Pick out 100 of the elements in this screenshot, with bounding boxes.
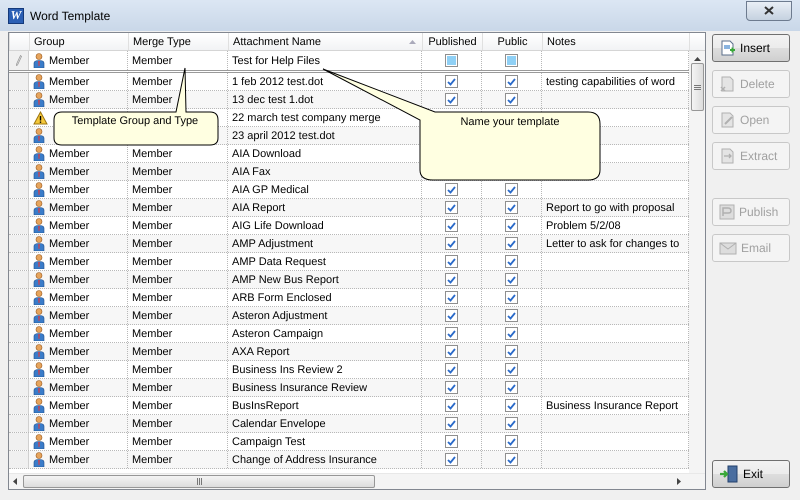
- checkbox[interactable]: [445, 381, 458, 394]
- person-icon: [33, 272, 45, 287]
- person-icon: [33, 362, 45, 377]
- table-cell: AIG Life Download: [232, 220, 324, 232]
- checkbox[interactable]: [445, 183, 458, 196]
- checkbox[interactable]: [505, 201, 518, 214]
- checkbox[interactable]: [445, 399, 458, 412]
- table-cell: Asteron Campaign: [232, 328, 324, 340]
- checkbox[interactable]: [505, 345, 518, 358]
- table-cell: Member: [49, 256, 90, 268]
- table-cell: Member: [132, 346, 172, 358]
- scroll-left-icon[interactable]: [13, 478, 17, 485]
- checkbox[interactable]: [505, 363, 518, 376]
- checkbox[interactable]: [445, 309, 458, 322]
- table-cell: Report to go with proposal: [546, 202, 674, 214]
- scroll-up-icon[interactable]: [694, 57, 700, 61]
- table-cell: AIA Fax: [232, 166, 271, 178]
- checkbox[interactable]: [505, 309, 518, 322]
- checkbox[interactable]: [505, 417, 518, 430]
- insert-button[interactable]: Insert: [712, 34, 790, 62]
- column-header[interactable]: Published: [428, 36, 477, 48]
- person-icon: [33, 380, 45, 395]
- table-cell: Member: [49, 382, 90, 394]
- table-cell: Test for Help Files: [232, 54, 320, 66]
- person-icon: [33, 74, 45, 89]
- table-cell: 23 april 2012 test.dot: [232, 130, 335, 142]
- table-cell: AIA Download: [232, 148, 302, 160]
- checkbox[interactable]: [445, 201, 458, 214]
- checkbox[interactable]: [505, 54, 518, 67]
- table-cell: Member: [49, 76, 90, 88]
- table-cell: Member: [49, 346, 90, 358]
- checkbox[interactable]: [445, 363, 458, 376]
- checkbox[interactable]: [445, 417, 458, 430]
- column-header[interactable]: Attachment Name: [233, 36, 322, 48]
- table-cell: Member: [132, 382, 172, 394]
- scroll-right-icon[interactable]: [677, 478, 681, 485]
- publish-icon: [719, 204, 735, 220]
- callout-text: Template Group and Type: [70, 115, 200, 127]
- checkbox[interactable]: [505, 273, 518, 286]
- scrollbar-thumb[interactable]: [690, 63, 704, 111]
- app-icon: W: [8, 8, 24, 24]
- person-icon: [33, 164, 45, 179]
- checkbox[interactable]: [505, 453, 518, 466]
- checkbox[interactable]: [505, 237, 518, 250]
- checkbox[interactable]: [445, 327, 458, 340]
- table-cell: Member: [49, 454, 90, 466]
- checkbox[interactable]: [445, 291, 458, 304]
- checkbox[interactable]: [505, 183, 518, 196]
- table-cell: AMP Data Request: [232, 256, 326, 268]
- checkbox[interactable]: [505, 219, 518, 232]
- checkbox[interactable]: [505, 93, 518, 106]
- checkbox[interactable]: [445, 54, 458, 67]
- table-cell: Member: [132, 238, 172, 250]
- checkbox[interactable]: [505, 381, 518, 394]
- table-cell: Member: [132, 94, 172, 106]
- checkbox[interactable]: [505, 255, 518, 268]
- exit-button[interactable]: Exit: [712, 460, 790, 488]
- column-header[interactable]: Merge Type: [133, 36, 191, 48]
- checkbox[interactable]: [505, 435, 518, 448]
- scrollbar-thumb[interactable]: [23, 475, 375, 488]
- table-cell: Member: [132, 166, 172, 178]
- table-cell: Member: [132, 436, 172, 448]
- table-cell: Calendar Envelope: [232, 418, 326, 430]
- table-cell: BusInsReport: [232, 400, 299, 412]
- checkbox[interactable]: [505, 327, 518, 340]
- checkbox[interactable]: [445, 273, 458, 286]
- column-header[interactable]: Public: [498, 36, 528, 48]
- table-cell: testing capabilities of word: [546, 76, 676, 88]
- table-cell: Change of Address Insurance: [232, 454, 377, 466]
- checkbox[interactable]: [445, 435, 458, 448]
- person-icon: [33, 308, 45, 323]
- column-header[interactable]: Group: [34, 36, 65, 48]
- person-icon: [33, 53, 45, 68]
- table-cell: Member: [132, 400, 172, 412]
- close-button[interactable]: [746, 0, 792, 20]
- person-icon: [33, 92, 45, 107]
- table-cell: Business Insurance Review: [232, 382, 368, 394]
- table-cell: Member: [49, 238, 90, 250]
- checkbox[interactable]: [445, 345, 458, 358]
- person-icon: [33, 200, 45, 215]
- table-cell: AMP Adjustment: [232, 238, 314, 250]
- checkbox[interactable]: [445, 237, 458, 250]
- table-cell: AMP New Bus Report: [232, 274, 339, 286]
- checkbox[interactable]: [505, 399, 518, 412]
- person-icon: [33, 344, 45, 359]
- table-cell: Member: [132, 220, 172, 232]
- table-cell: Member: [49, 274, 90, 286]
- table-cell: Asteron Adjustment: [232, 310, 328, 322]
- table-cell: Member: [49, 328, 90, 340]
- document-icon: [719, 40, 736, 56]
- table-cell: Member: [132, 148, 172, 160]
- person-icon: [33, 416, 45, 431]
- checkbox[interactable]: [505, 291, 518, 304]
- checkbox[interactable]: [445, 219, 458, 232]
- column-header[interactable]: Notes: [547, 36, 576, 48]
- checkbox[interactable]: [505, 75, 518, 88]
- checkbox[interactable]: [445, 93, 458, 106]
- checkbox[interactable]: [445, 75, 458, 88]
- checkbox[interactable]: [445, 453, 458, 466]
- checkbox[interactable]: [445, 255, 458, 268]
